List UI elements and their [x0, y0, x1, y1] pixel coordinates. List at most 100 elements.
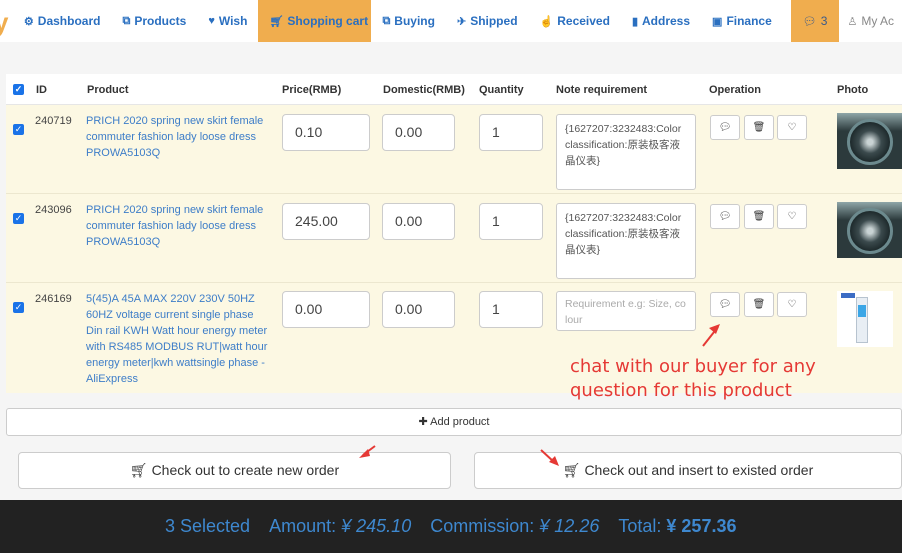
comment-icon: 💬︎ — [802, 15, 817, 28]
message-count: 3 — [820, 14, 828, 28]
chat-button[interactable]: 💬︎ — [710, 115, 740, 140]
price-input[interactable]: 0.10 — [282, 114, 370, 151]
product-link[interactable]: PRICH 2020 spring new skirt female commu… — [86, 202, 271, 250]
header-photo: Photo — [837, 84, 869, 96]
product-photo[interactable] — [837, 202, 902, 258]
row-checkbox[interactable]: ✓ — [13, 213, 24, 224]
product-photo[interactable] — [837, 291, 893, 347]
nav-products[interactable]: ⧉ Products — [111, 0, 197, 42]
cart-table: ✓ ID Product Price(RMB) Domestic(RMB) Qu… — [6, 74, 902, 393]
checkout-new-order-button[interactable]: 🛒︎ Check out to create new order — [18, 452, 451, 489]
top-navbar: y ⚙ Dashboard ⧉ Products ♥ Wish 🛒︎ Shopping … — [0, 0, 902, 42]
nav-buying-label: Buying — [394, 14, 435, 28]
nav-shopping-cart[interactable]: 🛒︎ Shopping cart — [258, 0, 372, 42]
cart-icon: 🛒︎ — [269, 15, 284, 28]
heart-outline-icon: ♡ — [787, 299, 797, 310]
quantity-input[interactable]: 1 — [479, 114, 543, 151]
table-row: ✓ 243096 PRICH 2020 spring new skirt fem… — [6, 194, 902, 283]
amount-label: Amount: — [269, 516, 337, 536]
checkout-existing-label: Check out and insert to existed order — [584, 462, 814, 478]
select-all-checkbox[interactable]: ✓ — [13, 84, 24, 95]
domestic-input[interactable]: 0.00 — [382, 114, 455, 151]
bookmark-icon: ▮ — [631, 15, 638, 28]
row-id: 243096 — [35, 204, 72, 216]
nav-dashboard[interactable]: ⚙ Dashboard — [13, 0, 112, 42]
heart-outline-icon: ♡ — [787, 211, 797, 222]
row-id: 240719 — [35, 115, 72, 127]
nav-shipped-label: Shipped — [470, 14, 518, 28]
product-link[interactable]: PRICH 2020 spring new skirt female commu… — [86, 113, 271, 161]
add-product-button[interactable]: ✚ Add product — [6, 408, 902, 436]
price-input[interactable]: 0.00 — [282, 291, 370, 328]
comment-icon: 💬︎ — [718, 299, 732, 310]
nav-buying[interactable]: ⧉ Buying — [371, 0, 446, 42]
order-summary-bar: 3 Selected Amount: ¥ 245.10 Commission: … — [0, 500, 902, 553]
product-photo[interactable] — [837, 113, 902, 169]
logo-mark: y — [0, 7, 9, 37]
note-textarea[interactable]: {1627207:3232483:Color classification:原装… — [556, 203, 696, 279]
header-note: Note requirement — [556, 84, 648, 96]
user-icon: ♙ — [847, 15, 858, 28]
wish-button[interactable]: ♡ — [777, 115, 807, 140]
quantity-input[interactable]: 1 — [479, 291, 543, 328]
delete-button[interactable]: 🗑︎ — [744, 292, 774, 317]
wish-button[interactable]: ♡ — [777, 204, 807, 229]
cubes-icon: ⧉ — [382, 14, 391, 27]
nav-dashboard-label: Dashboard — [37, 14, 101, 28]
photo-wheel — [847, 119, 893, 165]
comment-icon: 💬︎ — [718, 122, 732, 133]
total-value: ¥ 257.36 — [666, 516, 737, 536]
price-input[interactable]: 245.00 — [282, 203, 370, 240]
meter-logo — [841, 293, 855, 298]
heart-icon: ♥ — [208, 15, 215, 27]
product-link[interactable]: 5(45)A 45A MAX 220V 230V 50HZ 60HZ volta… — [86, 291, 271, 387]
nav-address-label: Address — [642, 14, 691, 28]
nav-wish[interactable]: ♥ Wish — [197, 0, 258, 42]
plus-icon: ✚ — [418, 416, 428, 428]
chat-button[interactable]: 💬︎ — [710, 204, 740, 229]
nav-shipped[interactable]: ✈ Shipped — [446, 0, 529, 42]
cart-icon: 🛒︎ — [562, 462, 581, 478]
header-price: Price(RMB) — [282, 84, 342, 96]
delete-button[interactable]: 🗑︎ — [744, 115, 774, 140]
row-checkbox[interactable]: ✓ — [13, 124, 24, 135]
chat-button[interactable]: 💬︎ — [710, 292, 740, 317]
domestic-input[interactable]: 0.00 — [382, 203, 455, 240]
header-operation: Operation — [709, 84, 761, 96]
logo[interactable]: y — [0, 0, 9, 42]
meter-screen — [858, 305, 866, 317]
domestic-input[interactable]: 0.00 — [382, 291, 455, 328]
thumbs-up-icon: ☝ — [539, 15, 554, 28]
nav-finance-label: Finance — [726, 14, 772, 28]
checkout-existing-order-button[interactable]: 🛒︎ Check out and insert to existed order — [474, 452, 902, 489]
amount-value: ¥ 245.10 — [341, 516, 412, 536]
note-textarea[interactable]: {1627207:3232483:Color classification:原装… — [556, 114, 696, 190]
messages-button[interactable]: 💬︎ 3 — [790, 0, 840, 42]
dashboard-icon: ⚙ — [23, 15, 34, 28]
trash-icon: 🗑︎ — [752, 122, 766, 133]
comment-icon: 💬︎ — [718, 211, 732, 222]
meter-body — [856, 297, 868, 343]
nav-shopping-cart-label: Shopping cart — [287, 14, 369, 28]
money-icon: ▣ — [712, 15, 723, 28]
account-menu[interactable]: ♙ My Ac — [839, 0, 902, 42]
wish-button[interactable]: ♡ — [777, 292, 807, 317]
checkout-new-label: Check out to create new order — [151, 462, 340, 478]
account-label: My Ac — [861, 14, 894, 28]
table-row: ✓ 240719 PRICH 2020 spring new skirt fem… — [6, 105, 902, 194]
delete-button[interactable]: 🗑︎ — [744, 204, 774, 229]
note-textarea[interactable]: Requirement e.g: Size, colour — [556, 291, 696, 331]
row-checkbox[interactable]: ✓ — [13, 302, 24, 313]
nav-address[interactable]: ▮ Address — [621, 0, 701, 42]
quantity-input[interactable]: 1 — [479, 203, 543, 240]
cubes-icon: ⧉ — [122, 14, 131, 27]
commission-value: ¥ 12.26 — [539, 516, 600, 536]
header-product: Product — [87, 84, 129, 96]
header-domestic: Domestic(RMB) — [383, 84, 465, 96]
header-id: ID — [36, 84, 47, 96]
annotation-text: chat with our buyer for any question for… — [570, 355, 816, 403]
annotation-line-1: chat with our buyer for any — [570, 356, 816, 377]
plane-icon: ✈ — [456, 15, 467, 28]
nav-received[interactable]: ☝ Received — [529, 0, 621, 42]
nav-finance[interactable]: ▣ Finance — [701, 0, 783, 42]
